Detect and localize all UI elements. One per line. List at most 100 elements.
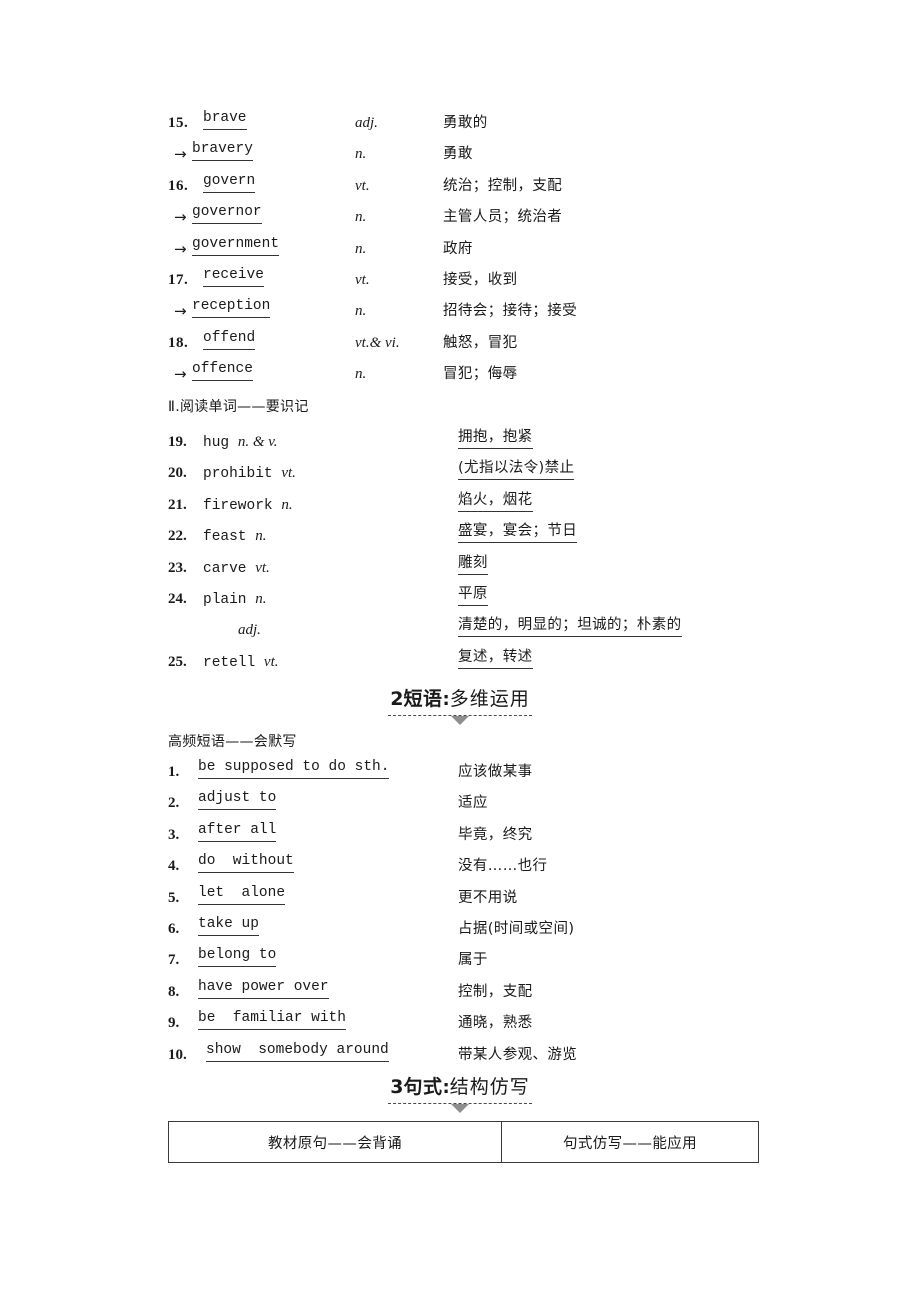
reading-word-part-of-speech: n. [255,590,267,607]
phrase-row: 2. adjust to 适应 [0,788,920,819]
phrase-meaning: 适应 [458,795,488,812]
reading-word-part-of-speech: vt. [281,465,296,482]
phrase-row: 1. be supposed to do sth. 应该做某事 [0,757,920,788]
section-colon: : [442,689,450,710]
reading-word-row: 22. feast n. 盛宴，宴会；节日 [0,521,920,552]
phrase-meaning: 更不用说 [458,889,518,906]
phrases-heading: 高频短语——会默写 [168,734,297,750]
phrase-row: 7. belong to 属于 [0,945,920,976]
reading-word-term: feast n. [203,528,267,546]
phrase-meaning: 毕竟，终究 [458,826,533,843]
reading-word-row: 25. retell vt. 复述，转述 [0,647,920,678]
reading-word-meaning: 焰火，烟花 [458,490,533,512]
word-entry-number: 18. [168,334,189,351]
phrase-row: 4. do without 没有……也行 [0,851,920,882]
reading-word-number: 22. [168,528,187,545]
document-page: 15. brave adj. 勇敢的 → bravery n. 勇敢 16. govern vt. 统… [0,0,920,1302]
phrase-meaning: 没有……也行 [458,858,548,875]
section-header-sentences-inner: 3句式:结构仿写 [388,1072,532,1113]
phrase-term: let alone [198,883,286,905]
word-entry-term: offend [203,328,256,350]
phrase-meaning: 带某人参观、游览 [458,1046,578,1063]
reading-word-row: 24. plain n. 平原 [0,584,920,615]
phrase-number: 5. [168,889,180,906]
word-entry-term: bravery [192,139,253,162]
word-entry-part-of-speech: n. [355,366,367,383]
word-entry-number: 15. [168,115,189,131]
section-subtitle: 结构仿写 [449,1076,530,1098]
reading-word-number: 20. [168,465,187,482]
word-entry-part-of-speech: n. [355,146,367,163]
phrase-row: 10. show somebody around 带某人参观、游览 [0,1040,920,1071]
reading-word-meaning: 拥抱，抱紧 [458,427,533,449]
phrase-row: 5. let alone 更不用说 [0,883,920,914]
phrase-number: 6. [168,920,180,937]
phrase-meaning: 属于 [458,952,488,969]
triangle-down-icon [451,716,469,725]
phrase-list-section: 1. be supposed to do sth. 应该做某事 2. adjust to… [0,757,920,1071]
phrase-meaning: 应该做某事 [458,764,533,780]
section-header-phrases-inner: 2短语:多维运用 [388,684,532,725]
reading-word-meaning: 雕刻 [458,553,488,575]
reading-word-number: 25. [168,653,187,670]
word-entry-row: → offence n. 冒犯；侮辱 [0,359,920,390]
reading-word-row: 19. hug n. & v. 拥抱，抱紧 [0,427,920,458]
word-entry-meaning: 接受，收到 [443,271,518,288]
phrase-term: adjust to [198,788,277,811]
phrase-number: 1. [168,764,180,780]
reading-word-meaning: 清楚的，明显的；坦诚的；朴素的 [458,615,682,638]
phrase-meaning: 占据(时间或空间) [458,920,575,937]
section-header-sentences: 3句式:结构仿写 [0,1072,920,1118]
word-entry-number: 16. [168,177,189,194]
reading-word-term: firework n. [203,496,293,514]
word-entry-part-of-speech: vt. [355,177,370,194]
word-entry-meaning: 勇敢的 [443,115,488,131]
phrase-number: 4. [168,858,180,875]
phrase-row: 8. have power over 控制，支配 [0,977,920,1008]
word-entry-term: reception [192,296,271,319]
reading-word-meaning: 复述，转述 [458,647,533,669]
table-row: 教材原句——会背诵 句式仿写——能应用 [168,1121,759,1163]
phrase-term: take up [198,914,259,936]
word-entry-term: govern [203,171,256,193]
reading-word-term: hug n. & v. [203,434,278,451]
reading-word-term: prohibit vt. [203,465,296,483]
word-entry-meaning: 冒犯；侮辱 [443,366,518,383]
word-entry-row: 15. brave adj. 勇敢的 [0,108,920,139]
reading-word-term: carve vt. [203,559,270,577]
derivation-arrow-icon: → [174,239,187,258]
reading-word-term: retell vt. [203,653,279,671]
phrase-term: show somebody around [206,1040,389,1062]
word-entry-term: brave [203,108,247,130]
word-entry-meaning: 统治；控制，支配 [443,177,563,194]
section-colon: : [442,1077,450,1098]
phrase-term: after all [198,820,277,842]
section-subtitle: 多维运用 [449,688,530,710]
reading-word-part-of-speech: adj. [238,622,261,639]
section-header-phrases: 2短语:多维运用 [0,684,920,730]
reading-words-section: 19. hug n. & v. 拥抱，抱紧 20. prohibit vt. (尤指以法令… [0,427,920,678]
word-entry-part-of-speech: n. [355,303,367,320]
word-entry-part-of-speech: vt.& vi. [355,334,400,351]
word-entry-meaning: 招待会；接待；接受 [443,303,578,320]
word-entry-term: government [192,234,280,256]
triangle-down-icon [451,1104,469,1113]
reading-word-part-of-speech: vt. [263,653,279,670]
derivation-arrow-icon: → [174,145,187,164]
reading-word-meaning: (尤指以法令)禁止 [458,458,575,481]
word-entry-meaning: 主管人员；统治者 [443,209,563,226]
section-keyword: 短语 [403,688,443,710]
section-number: 3 [390,1076,404,1098]
word-entry-row: → government n. 政府 [0,234,920,265]
reading-word-number: 19. [168,434,187,450]
phrase-term: be familiar with [198,1008,346,1031]
word-entry-meaning: 触怒，冒犯 [443,334,518,351]
phrase-number: 8. [168,983,180,1000]
word-entry-part-of-speech: n. [355,240,367,257]
reading-word-number: 24. [168,590,187,607]
reading-word-number: 21. [168,496,187,513]
phrase-number: 9. [168,1015,180,1032]
phrase-row: 6. take up 占据(时间或空间) [0,914,920,945]
phrase-number: 7. [168,952,180,969]
table-header-imitation: 句式仿写——能应用 [501,1121,759,1163]
